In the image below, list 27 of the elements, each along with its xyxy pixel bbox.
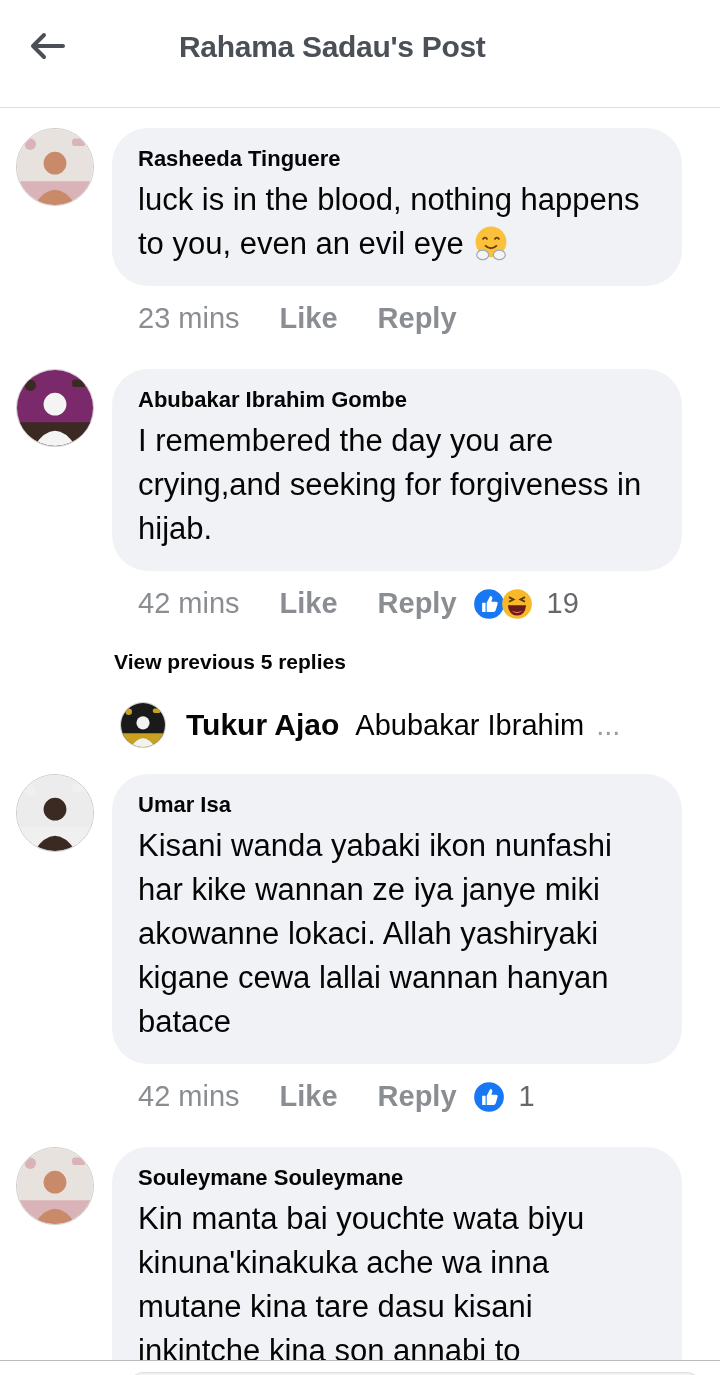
timestamp: 23 mins	[138, 302, 240, 335]
reply-link[interactable]: Reply	[377, 1080, 457, 1113]
back-arrow-icon[interactable]	[29, 31, 65, 60]
ellipsis: ...	[596, 708, 621, 742]
like-link[interactable]: Like	[279, 302, 338, 335]
like-icon[interactable]	[472, 587, 505, 620]
reaction-count[interactable]: 19	[546, 587, 579, 620]
view-replies-link[interactable]: View previous 5 replies	[114, 650, 720, 674]
like-icon[interactable]	[472, 1080, 505, 1113]
comment-text: I remembered the day you are crying,and seeking for forgiveness in hijab.	[138, 422, 643, 548]
author-name[interactable]: Tukur Ajao	[186, 708, 340, 742]
reply-text[interactable]: Abubakar Ibrahim	[355, 708, 585, 742]
comment-text: luck is in the blood, nothing happens to you, even an evil eye	[138, 181, 641, 264]
author-name[interactable]: Umar Isa	[138, 792, 656, 818]
laughing-emoji-icon[interactable]	[500, 587, 533, 620]
reply-link[interactable]: Reply	[377, 302, 457, 335]
timestamp: 42 mins	[138, 1080, 240, 1113]
post-title: Rahama Sadau's Post	[179, 29, 486, 64]
author-name[interactable]: Rasheeda Tinguere	[138, 146, 656, 172]
reply-link[interactable]: Reply	[377, 587, 457, 620]
author-name[interactable]: Abubakar Ibrahim Gombe	[138, 387, 656, 413]
timestamp: 42 mins	[138, 587, 240, 620]
comment-text: Kisani wanda yabaki ikon nunfashi har kike wannan ze iya janye miki akowanne lokaci. Allah yashiryaki kigane cewa lallai wannan hanyan batace	[138, 827, 613, 1041]
author-name[interactable]: Souleymane Souleymane	[138, 1165, 656, 1191]
like-link[interactable]: Like	[279, 1080, 338, 1113]
reaction-count[interactable]: 1	[518, 1080, 535, 1113]
like-link[interactable]: Like	[279, 587, 338, 620]
